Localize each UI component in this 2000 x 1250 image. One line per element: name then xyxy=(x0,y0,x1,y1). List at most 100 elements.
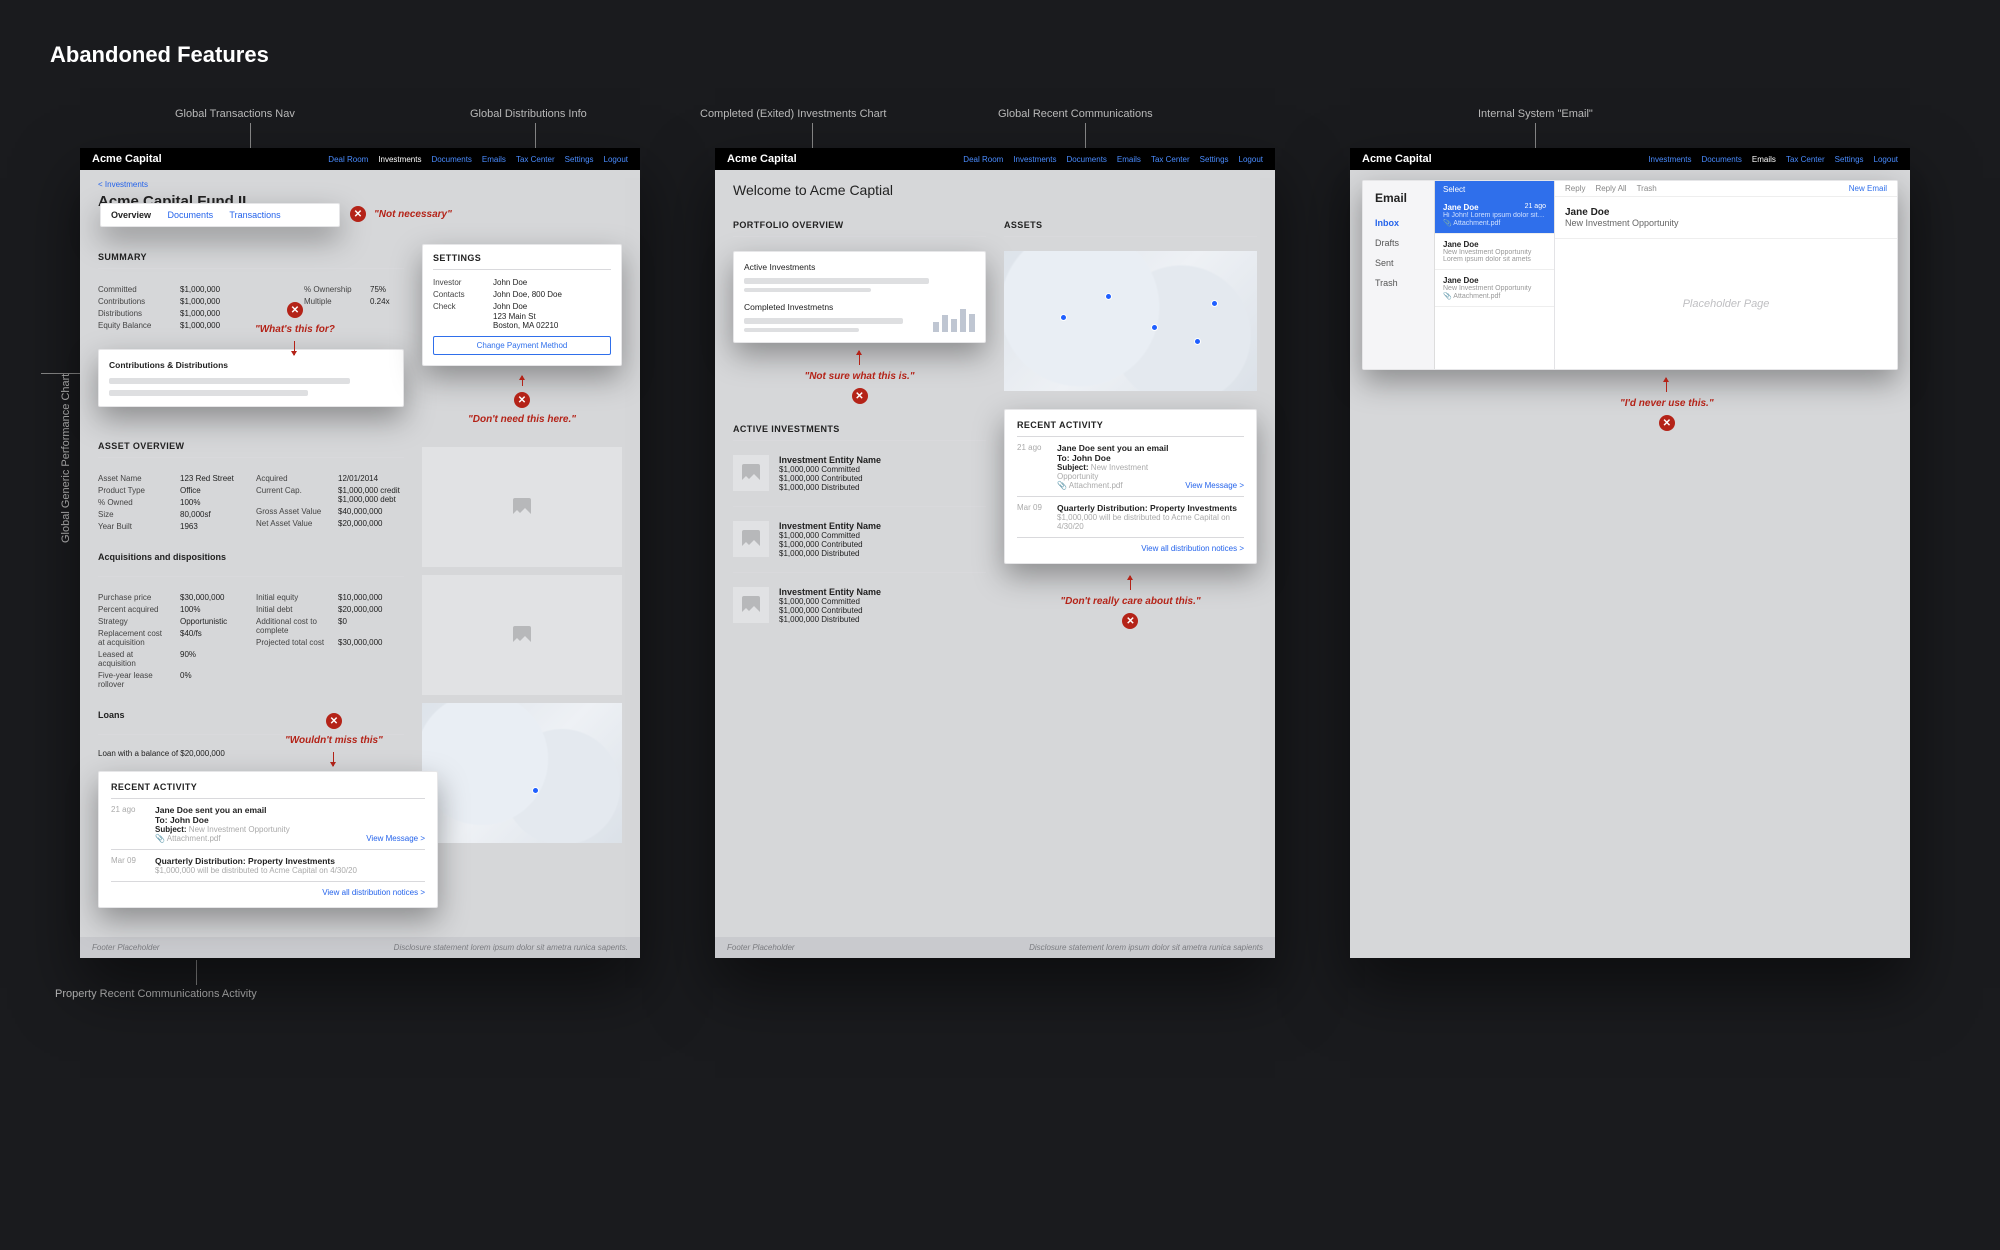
nav-logout[interactable]: Logout xyxy=(1239,155,1263,164)
email-list-item[interactable]: Jane Doe21 ago Hi John! Lorem ipsum dolo… xyxy=(1435,197,1554,234)
email-placeholder-text: Placeholder Page xyxy=(1555,239,1897,369)
email-from: Jane Doe xyxy=(1443,276,1479,285)
multiple-value: 0.24x xyxy=(370,297,390,306)
kv-label: Percent acquired xyxy=(98,605,170,614)
new-email-button[interactable]: New Email xyxy=(1849,184,1887,193)
nav-deal-room[interactable]: Deal Room xyxy=(328,155,368,164)
email-sidebar: Email Inbox Drafts Sent Trash xyxy=(1363,181,1435,369)
folder-inbox[interactable]: Inbox xyxy=(1363,213,1434,233)
map-preview xyxy=(422,703,622,843)
nav-emails[interactable]: Emails xyxy=(1752,155,1776,164)
investment-entity-name: Investment Entity Name xyxy=(779,587,881,597)
nav-documents[interactable]: Documents xyxy=(1066,155,1106,164)
nav-logout[interactable]: Logout xyxy=(1874,155,1898,164)
image-placeholder-icon xyxy=(422,447,622,567)
feedback-x-icon: ✕ xyxy=(852,388,868,404)
arrow-up-icon xyxy=(1666,378,1667,392)
label-global-distributions-info: Global Distributions Info xyxy=(470,108,587,120)
view-message-link[interactable]: View Message > xyxy=(366,834,425,843)
email-preview: New Investment Opportunity xyxy=(1443,285,1546,292)
kv-label: Contacts xyxy=(433,290,483,299)
summary-committed-value: $1,000,000 xyxy=(180,285,220,294)
recent-activity-head: RECENT ACTIVITY xyxy=(111,782,425,792)
acq-head: Acquisitions and dispositions xyxy=(98,552,404,562)
kv-label: Acquired xyxy=(256,474,328,483)
email-list-item[interactable]: Jane Doe New Investment Opportunity Lore… xyxy=(1435,234,1554,270)
label-completed-investments-chart: Completed (Exited) Investments Chart xyxy=(700,108,886,120)
summary-contributions-value: $1,000,000 xyxy=(180,297,220,306)
kv-value: 123 Red Street xyxy=(180,474,234,483)
kv-value: $30,000,000 xyxy=(338,638,383,647)
email-preview: New Investment Opportunity xyxy=(1443,249,1546,256)
breadcrumb-back[interactable]: < Investments xyxy=(98,180,622,189)
feedback-dont-need-here: "Don't need this here." xyxy=(468,414,576,425)
nav-documents[interactable]: Documents xyxy=(1701,155,1741,164)
footer-right: Disclosure statement lorem ipsum dolor s… xyxy=(394,943,628,952)
nav-investments[interactable]: Investments xyxy=(1013,155,1056,164)
nav-investments[interactable]: Investments xyxy=(378,155,421,164)
kv-value: $40/fs xyxy=(180,629,202,647)
email-preview: Hi John! Lorem ipsum dolor sit amets. xyxy=(1443,212,1546,219)
nav-settings[interactable]: Settings xyxy=(1200,155,1229,164)
reply-button[interactable]: Reply xyxy=(1565,184,1585,193)
trash-button[interactable]: Trash xyxy=(1637,184,1657,193)
kv-label: Product Type xyxy=(98,486,170,495)
email-list-item[interactable]: Jane Doe New Investment Opportunity 📎 At… xyxy=(1435,270,1554,307)
change-payment-method-button[interactable]: Change Payment Method xyxy=(433,336,611,355)
nav-settings[interactable]: Settings xyxy=(1835,155,1864,164)
kv-value: 100% xyxy=(180,605,200,614)
reply-all-button[interactable]: Reply All xyxy=(1595,184,1626,193)
email-preview: Lorem ipsum dolor sit amets xyxy=(1443,256,1546,263)
nav-tax-center[interactable]: Tax Center xyxy=(1151,155,1190,164)
kv-label: Leased at acquisition xyxy=(98,650,170,668)
arrow-down-icon xyxy=(294,341,295,355)
kv-value: $40,000,000 xyxy=(338,507,383,516)
footer-placeholder: Footer Placeholder Disclosure statement … xyxy=(715,937,1275,958)
nav-documents[interactable]: Documents xyxy=(431,155,471,164)
placeholder-band xyxy=(109,390,308,396)
topbar: Acme Capital Investments Documents Email… xyxy=(1350,148,1910,170)
kv-label: Projected total cost xyxy=(256,638,328,647)
tab-documents[interactable]: Documents xyxy=(168,210,228,220)
view-all-distributions-link[interactable]: View all distribution notices > xyxy=(1017,544,1244,553)
activity-attachment: Attachment.pdf xyxy=(167,834,221,843)
kv-value: $20,000,000 xyxy=(338,519,383,528)
nav-deal-room[interactable]: Deal Room xyxy=(963,155,1003,164)
email-side-title: Email xyxy=(1363,191,1434,213)
arrow-up-icon xyxy=(1130,576,1131,590)
email-list-toolbar: Select xyxy=(1435,181,1554,197)
nav-tax-center[interactable]: Tax Center xyxy=(1786,155,1825,164)
kv-label: Initial equity xyxy=(256,593,328,602)
select-label[interactable]: Select xyxy=(1443,185,1465,194)
kv-label: Additional cost to complete xyxy=(256,617,328,635)
mini-bar-chart-icon xyxy=(933,306,975,332)
email-from: Jane Doe xyxy=(1443,203,1479,212)
kv-value: $1,000,000 credit $1,000,000 debt xyxy=(338,486,400,504)
nav-tax-center[interactable]: Tax Center xyxy=(516,155,555,164)
footer-right: Disclosure statement lorem ipsum dolor s… xyxy=(1029,943,1263,952)
kv-value: 1963 xyxy=(180,522,198,531)
fund-tabs-popout: Overview Documents Transactions xyxy=(100,203,340,227)
investment-entity-name: Investment Entity Name xyxy=(779,455,881,465)
map-pin-icon xyxy=(1060,314,1067,321)
email-list: Select Jane Doe21 ago Hi John! Lorem ips… xyxy=(1435,181,1555,369)
folder-sent[interactable]: Sent xyxy=(1363,253,1434,273)
folder-trash[interactable]: Trash xyxy=(1363,273,1434,293)
kv-label: Current Cap. xyxy=(256,486,328,504)
view-all-distributions-link[interactable]: View all distribution notices > xyxy=(111,888,425,897)
nav-emails[interactable]: Emails xyxy=(1117,155,1141,164)
nav-settings[interactable]: Settings xyxy=(565,155,594,164)
placeholder-band xyxy=(744,288,871,292)
tab-overview[interactable]: Overview xyxy=(111,210,165,220)
view-message-link[interactable]: View Message > xyxy=(1185,481,1244,490)
nav-emails[interactable]: Emails xyxy=(482,155,506,164)
feedback-x-icon: ✕ xyxy=(1659,415,1675,431)
active-investments-title: Active Investments xyxy=(744,262,975,272)
tab-transactions[interactable]: Transactions xyxy=(229,210,280,220)
nav-logout[interactable]: Logout xyxy=(604,155,628,164)
kv-value: $20,000,000 xyxy=(338,605,383,614)
kv-value: $10,000,000 xyxy=(338,593,383,602)
folder-drafts[interactable]: Drafts xyxy=(1363,233,1434,253)
activity-email-sender: Jane Doe sent you an email xyxy=(1057,443,1175,453)
nav-investments[interactable]: Investments xyxy=(1648,155,1691,164)
